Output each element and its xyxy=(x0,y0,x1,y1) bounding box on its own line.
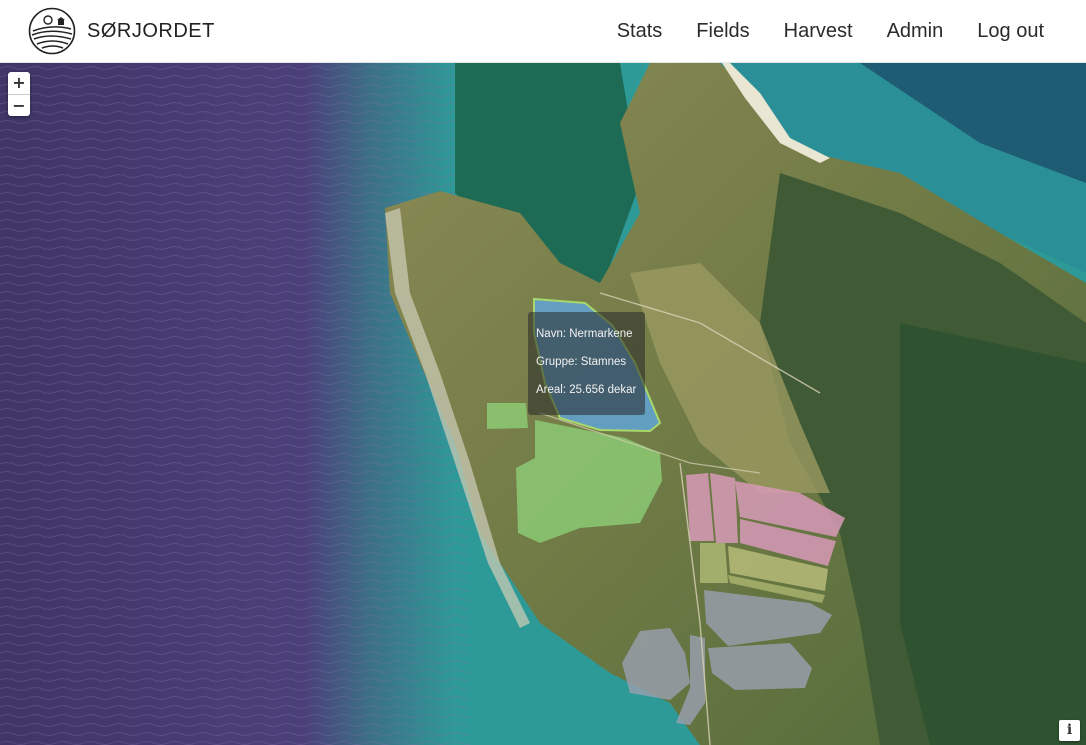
brand-name: SØRJORDET xyxy=(87,19,215,42)
nav-menu: Stats Fields Harvest Admin Log out xyxy=(583,0,1086,63)
nav-logout-link[interactable]: Log out xyxy=(977,20,1044,43)
satellite-map[interactable]: + − Navn: Nermarkene Gruppe: Stamnes Are… xyxy=(0,63,1086,745)
top-navbar: SØRJORDET Stats Fields Harvest Admin Log… xyxy=(0,0,1086,63)
tooltip-field-area: Areal: 25.656 dekar xyxy=(536,384,637,396)
tooltip-field-group: Gruppe: Stamnes xyxy=(536,356,627,368)
zoom-out-button[interactable]: − xyxy=(8,94,30,116)
nav-admin-link[interactable]: Admin xyxy=(887,20,944,43)
tooltip-field-name: Navn: Nermarkene xyxy=(536,328,633,340)
farm-field-sun-icon xyxy=(28,7,76,55)
nav-harvest-link[interactable]: Harvest xyxy=(784,20,853,43)
field-tooltip: Navn: Nermarkene Gruppe: Stamnes Areal: … xyxy=(528,312,645,415)
zoom-in-button[interactable]: + xyxy=(8,72,30,94)
attribution-info-button[interactable]: i xyxy=(1059,720,1080,741)
nav-stats-link[interactable]: Stats xyxy=(617,20,663,43)
zoom-control: + − xyxy=(8,72,30,116)
brand-home-link[interactable]: SØRJORDET xyxy=(28,7,215,55)
nav-fields-link[interactable]: Fields xyxy=(696,20,749,43)
